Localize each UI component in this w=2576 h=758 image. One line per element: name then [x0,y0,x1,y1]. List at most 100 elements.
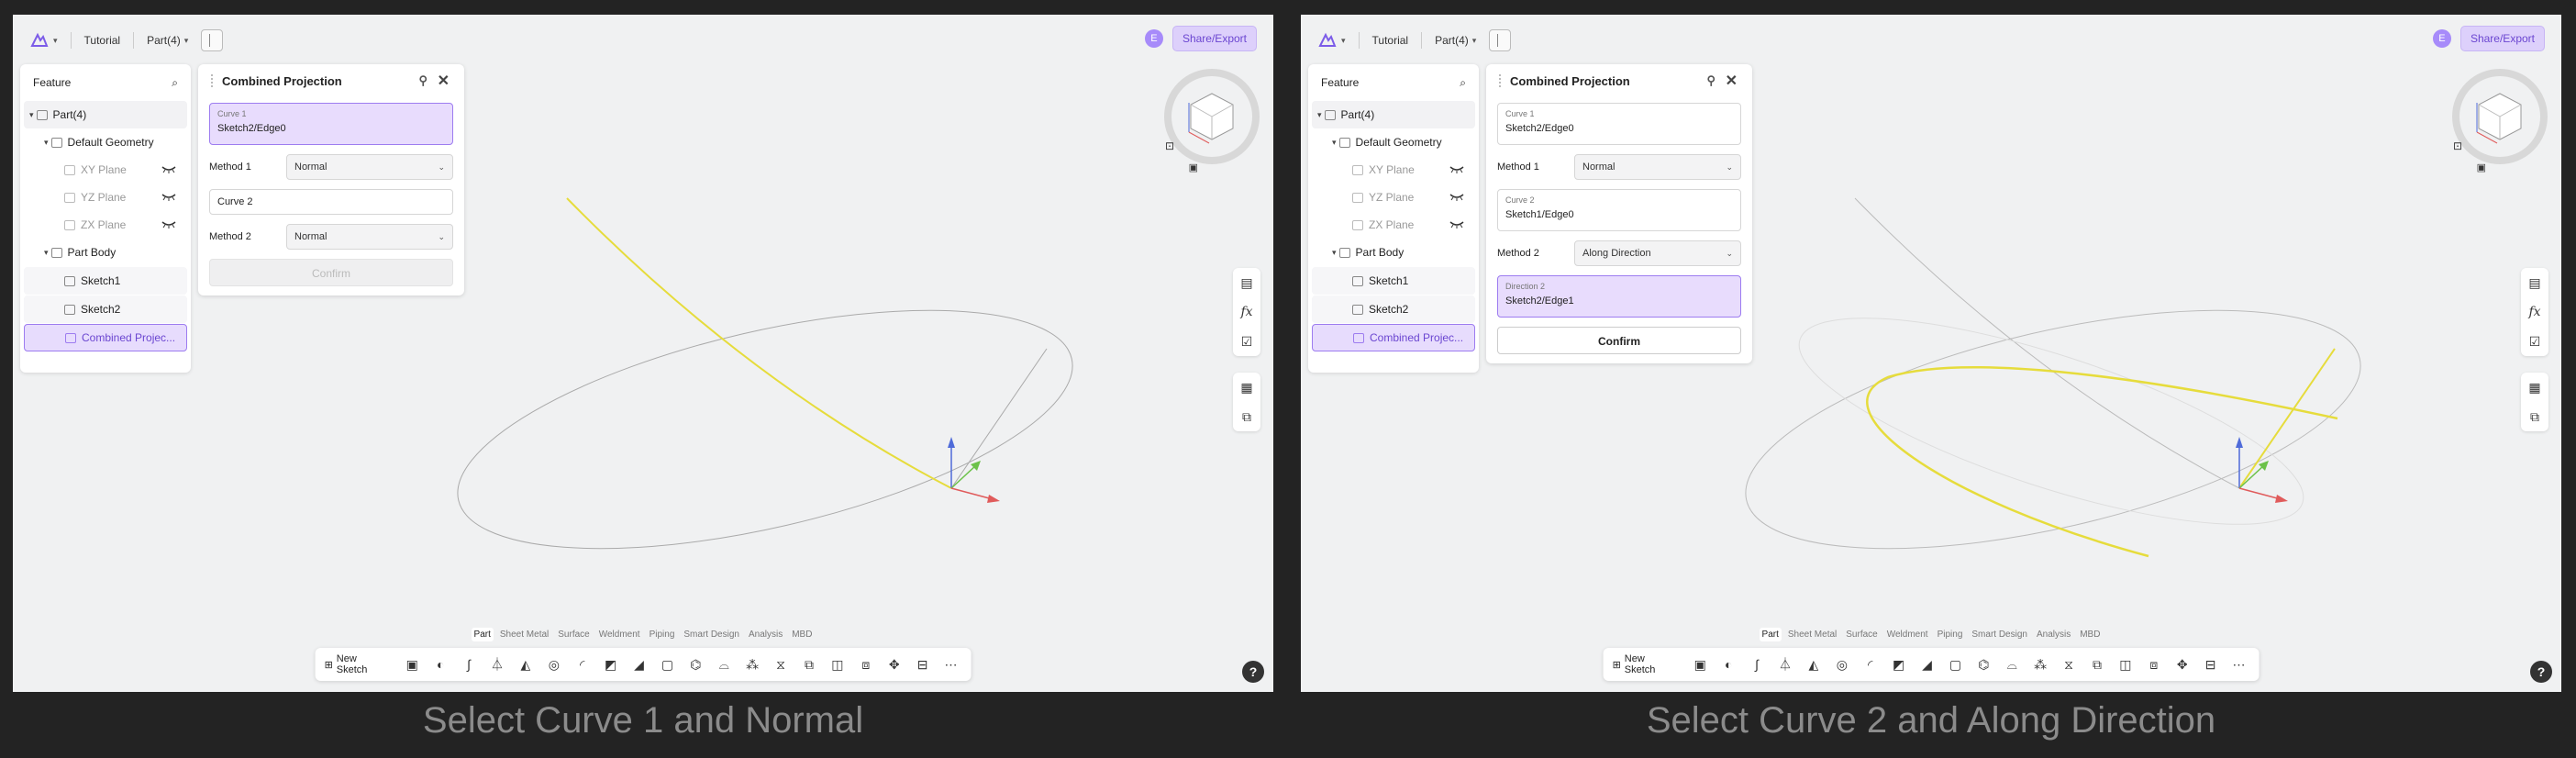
tree-item-sketch1[interactable]: Sketch1 [1312,267,1475,295]
tab-part[interactable]: Part [471,628,494,641]
tab-part[interactable]: Part [1759,628,1782,641]
tree-item-default-geometry[interactable]: ▾ Default Geometry [24,128,187,156]
direction2-field[interactable]: Direction 2 Sketch2/Edge1 [1497,275,1741,318]
more-icon[interactable]: ⋯ [940,653,962,675]
tree-item-yz-plane[interactable]: YZ Plane [1312,184,1475,211]
chamfer-icon[interactable]: ◩ [1888,653,1910,675]
confirm-button[interactable]: Confirm [1497,327,1741,354]
method1-select[interactable]: Normal ⌄ [1574,154,1741,180]
method2-select[interactable]: Normal ⌄ [286,224,453,250]
datum-icon[interactable]: ⊟ [912,653,934,675]
sketch2-edge1-line[interactable] [950,348,1048,489]
document-settings-icon[interactable]: ▤ [1233,268,1260,297]
pin-icon[interactable]: ⚲ [1706,73,1715,88]
tree-item-sketch2[interactable]: Sketch2 [1312,295,1475,323]
tab-sheet-metal[interactable]: Sheet Metal [1785,628,1839,641]
eye-closed-icon[interactable] [161,164,176,173]
avatar[interactable]: E [2432,29,2451,48]
tree-item-zx-plane[interactable]: ZX Plane [1312,211,1475,239]
sketch2-curve[interactable] [1854,197,2240,489]
rib-icon[interactable]: ◭ [515,653,537,675]
tree-item-xy-plane[interactable]: XY Plane [1312,156,1475,184]
formula-icon[interactable]: fx [2521,297,2548,327]
share-export-button[interactable]: Share/Export [2459,26,2545,51]
tree-item-sketch1[interactable]: Sketch1 [24,267,187,295]
help-icon[interactable]: ? [1242,661,1264,683]
view-settings-icon[interactable]: ▣ [2477,162,2486,173]
boolean-icon[interactable]: ⧉ [798,653,820,675]
chamfer-icon[interactable]: ◩ [600,653,622,675]
extrude-icon[interactable]: ▣ [1689,653,1711,675]
method1-select[interactable]: Normal ⌄ [286,154,453,180]
toggle-panel-icon[interactable] [1489,29,1512,51]
library-icon[interactable]: ▦ [1233,373,1260,402]
tab-mbd[interactable]: MBD [2077,628,2103,641]
checklist-icon[interactable]: ☑ [1233,327,1260,356]
fit-view-icon[interactable]: ⊡ [2453,139,2462,152]
tab-surface[interactable]: Surface [555,628,592,641]
checklist-icon[interactable]: ☑ [2521,327,2548,356]
rib-icon[interactable]: ◭ [1803,653,1825,675]
new-sketch-button[interactable]: ⊞ New Sketch [1613,653,1676,675]
shell-icon[interactable]: ▢ [656,653,678,675]
close-icon[interactable]: ✕ [1726,72,1738,90]
dome-icon[interactable]: ⌓ [713,653,735,675]
split-icon[interactable]: ◫ [2115,653,2137,675]
curve2-field[interactable]: Curve 2 [209,189,453,215]
hole-icon[interactable]: ◎ [543,653,565,675]
curve1-field[interactable]: Curve 1 Sketch2/Edge0 [1497,103,1741,145]
move-icon[interactable]: ✥ [883,653,905,675]
sketch1-ellipse[interactable] [437,263,1094,596]
fillet-icon[interactable]: ◜ [572,653,594,675]
pin-icon[interactable]: ⚲ [418,73,427,88]
part-selector[interactable]: Part(4) ▾ [1435,34,1476,47]
toggle-panel-icon[interactable] [201,29,224,51]
eye-closed-icon[interactable] [1449,219,1464,229]
eye-closed-icon[interactable] [161,192,176,201]
part-selector[interactable]: Part(4) ▾ [147,34,188,47]
tree-item-part-body[interactable]: ▾ Part Body [1312,239,1475,266]
move-icon[interactable]: ✥ [2171,653,2193,675]
tree-item-part[interactable]: ▾ Part(4) [1312,101,1475,128]
tree-item-part-body[interactable]: ▾ Part Body [24,239,187,266]
tab-weldment[interactable]: Weldment [596,628,643,641]
tab-analysis[interactable]: Analysis [2034,628,2073,641]
sketch1-ellipse[interactable] [1725,263,2382,596]
more-icon[interactable]: ⋯ [2228,653,2250,675]
breadcrumb-tutorial[interactable]: Tutorial [84,34,121,47]
library-icon[interactable]: ▦ [2521,373,2548,402]
datum-icon[interactable]: ⊟ [2200,653,2222,675]
tab-sheet-metal[interactable]: Sheet Metal [497,628,551,641]
eye-closed-icon[interactable] [1449,192,1464,201]
confirm-button[interactable]: Confirm [209,259,453,286]
tab-smart-design[interactable]: Smart Design [681,628,742,641]
mirror-icon[interactable]: ⧖ [2058,653,2080,675]
tree-item-combined-projection[interactable]: Combined Projec... [24,324,187,351]
tree-item-xy-plane[interactable]: XY Plane [24,156,187,184]
tree-item-sketch2[interactable]: Sketch2 [24,295,187,323]
sweep-icon[interactable]: ∫ [1746,653,1768,675]
avatar[interactable]: E [1144,29,1163,48]
fillet-icon[interactable]: ◜ [1860,653,1882,675]
dome-icon[interactable]: ⌓ [2001,653,2023,675]
tree-item-yz-plane[interactable]: YZ Plane [24,184,187,211]
method2-select[interactable]: Along Direction ⌄ [1574,240,1741,266]
revolve-icon[interactable]: ◐ [1717,653,1739,675]
thread-icon[interactable]: ⌬ [684,653,706,675]
measure-icon[interactable]: ⧉ [2521,402,2548,431]
pattern-icon[interactable]: ⁂ [2029,653,2051,675]
tab-smart-design[interactable]: Smart Design [1969,628,2030,641]
document-settings-icon[interactable]: ▤ [2521,268,2548,297]
tab-analysis[interactable]: Analysis [746,628,785,641]
tree-item-combined-projection[interactable]: Combined Projec... [1312,324,1475,351]
draft-icon[interactable]: ◢ [1916,653,1938,675]
drag-handle-icon[interactable] [1499,74,1503,87]
close-icon[interactable]: ✕ [438,72,450,90]
drag-handle-icon[interactable] [211,74,215,87]
loft-icon[interactable]: ⏃ [486,653,508,675]
tree-item-part[interactable]: ▾ Part(4) [24,101,187,128]
view-settings-icon[interactable]: ▣ [1189,162,1198,173]
hole-icon[interactable]: ◎ [1831,653,1853,675]
share-export-button[interactable]: Share/Export [1171,26,1257,51]
loft-icon[interactable]: ⏃ [1774,653,1796,675]
